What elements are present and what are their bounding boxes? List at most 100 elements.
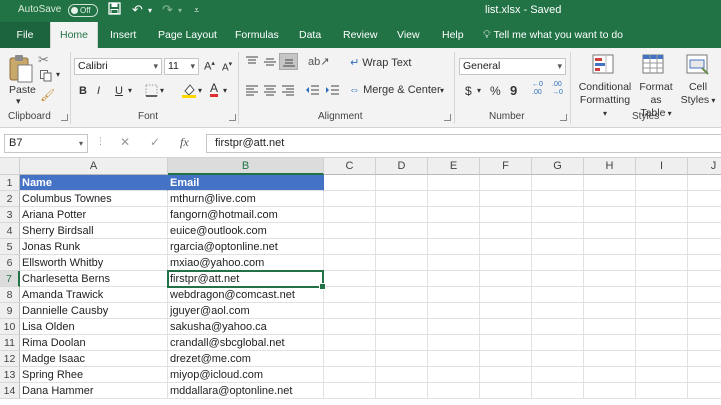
currency-dropdown-icon[interactable]: ▾ [477, 86, 481, 95]
empty-cell[interactable] [688, 351, 721, 367]
empty-cell[interactable] [532, 319, 584, 335]
row-header[interactable]: 13 [0, 367, 20, 383]
empty-cell[interactable] [688, 335, 721, 351]
paste-button[interactable] [8, 54, 34, 87]
empty-cell[interactable] [324, 319, 376, 335]
empty-cell[interactable] [428, 319, 480, 335]
column-header-a[interactable]: A [20, 158, 168, 175]
name-cell[interactable]: Madge Isaac [20, 351, 168, 367]
name-cell[interactable]: Ellsworth Whitby [20, 255, 168, 271]
empty-cell[interactable] [376, 335, 428, 351]
empty-cell[interactable] [532, 191, 584, 207]
name-box[interactable]: B7 ▾ [4, 134, 88, 153]
empty-cell[interactable] [532, 223, 584, 239]
column-header-g[interactable]: G [532, 158, 584, 175]
tab-insert[interactable]: Insert [104, 22, 142, 48]
comma-button[interactable]: 9 [510, 83, 517, 98]
empty-cell[interactable] [428, 351, 480, 367]
redo-icon[interactable]: ↷ [162, 2, 173, 18]
empty-cell[interactable] [584, 255, 636, 271]
empty-cell[interactable] [688, 175, 721, 191]
alignment-launcher-icon[interactable] [444, 114, 451, 121]
clipboard-launcher-icon[interactable] [61, 114, 68, 121]
column-header-j[interactable]: J [688, 158, 721, 175]
empty-cell[interactable] [636, 287, 688, 303]
cell-styles-button[interactable]: Cell Styles ▾ [680, 81, 716, 107]
empty-cell[interactable] [428, 191, 480, 207]
empty-cell[interactable] [428, 271, 480, 287]
empty-cell[interactable] [688, 319, 721, 335]
empty-cell[interactable] [428, 207, 480, 223]
empty-cell[interactable] [584, 351, 636, 367]
empty-cell[interactable] [324, 335, 376, 351]
empty-cell[interactable] [480, 239, 532, 255]
save-icon[interactable] [108, 2, 121, 18]
underline-dropdown-icon[interactable]: ▾ [128, 86, 132, 95]
customize-toolbar-icon[interactable]: ⩡ [194, 5, 199, 16]
empty-cell[interactable] [584, 303, 636, 319]
empty-cell[interactable] [584, 287, 636, 303]
fill-color-dropdown-icon[interactable]: ▾ [198, 86, 202, 95]
percent-button[interactable]: % [490, 84, 501, 98]
empty-cell[interactable] [324, 287, 376, 303]
empty-cell[interactable] [480, 367, 532, 383]
empty-cell[interactable] [636, 191, 688, 207]
tab-data[interactable]: Data [293, 22, 327, 48]
middle-align-icon[interactable] [263, 56, 277, 71]
borders-icon[interactable] [145, 84, 158, 100]
empty-cell[interactable] [480, 175, 532, 191]
name-cell[interactable]: Dannielle Causby [20, 303, 168, 319]
empty-cell[interactable] [688, 303, 721, 319]
empty-cell[interactable] [376, 239, 428, 255]
orientation-icon[interactable]: ab↗ [308, 55, 329, 68]
email-cell[interactable]: mddallara@optonline.net [168, 383, 324, 399]
row-header[interactable]: 1 [0, 175, 20, 191]
empty-cell[interactable] [688, 287, 721, 303]
empty-cell[interactable] [376, 367, 428, 383]
row-header[interactable]: 14 [0, 383, 20, 399]
fill-color-icon[interactable] [181, 82, 197, 101]
tell-me-box[interactable]: 💡︎ Tell me what you want to do [483, 22, 623, 48]
empty-cell[interactable] [532, 287, 584, 303]
row-header[interactable]: 2 [0, 191, 20, 207]
empty-cell[interactable] [376, 175, 428, 191]
decrease-decimal-icon[interactable]: .00 →0 [552, 81, 563, 97]
cancel-icon[interactable]: ✕ [120, 135, 130, 149]
align-right-icon[interactable] [281, 85, 295, 99]
autosave-toggle[interactable]: Off [68, 4, 98, 17]
row-header[interactable]: 6 [0, 255, 20, 271]
empty-cell[interactable] [324, 255, 376, 271]
name-cell[interactable]: Sherry Birdsall [20, 223, 168, 239]
email-cell[interactable]: fangorn@hotmail.com [168, 207, 324, 223]
font-color-icon[interactable]: A [210, 81, 218, 95]
paste-label[interactable]: Paste [9, 84, 36, 96]
row-header[interactable]: 9 [0, 303, 20, 319]
empty-cell[interactable] [376, 207, 428, 223]
tab-help[interactable]: Help [436, 22, 470, 48]
tab-formulas[interactable]: Formulas [229, 22, 285, 48]
copy-icon[interactable] [40, 70, 52, 85]
font-size-dropdown[interactable]: 11 [164, 58, 199, 75]
empty-cell[interactable] [324, 191, 376, 207]
empty-cell[interactable] [324, 367, 376, 383]
empty-cell[interactable] [376, 271, 428, 287]
merge-dropdown-icon[interactable]: ▾ [440, 86, 444, 95]
email-cell[interactable]: rgarcia@optonline.net [168, 239, 324, 255]
row-header[interactable]: 12 [0, 351, 20, 367]
formula-input[interactable]: firstpr@att.net [206, 134, 721, 153]
font-name-dropdown[interactable]: Calibri [74, 58, 162, 75]
align-left-icon[interactable] [245, 85, 259, 99]
number-launcher-icon[interactable] [560, 114, 567, 121]
empty-cell[interactable] [480, 255, 532, 271]
empty-cell[interactable] [636, 207, 688, 223]
name-cell[interactable]: Rima Doolan [20, 335, 168, 351]
column-header-b[interactable]: B [168, 158, 324, 175]
empty-cell[interactable] [428, 367, 480, 383]
empty-cell[interactable] [688, 255, 721, 271]
empty-cell[interactable] [584, 335, 636, 351]
empty-cell[interactable] [376, 351, 428, 367]
top-align-icon[interactable] [245, 56, 259, 71]
empty-cell[interactable] [636, 255, 688, 271]
insert-function-button[interactable]: fx [180, 135, 189, 150]
empty-cell[interactable] [584, 383, 636, 399]
